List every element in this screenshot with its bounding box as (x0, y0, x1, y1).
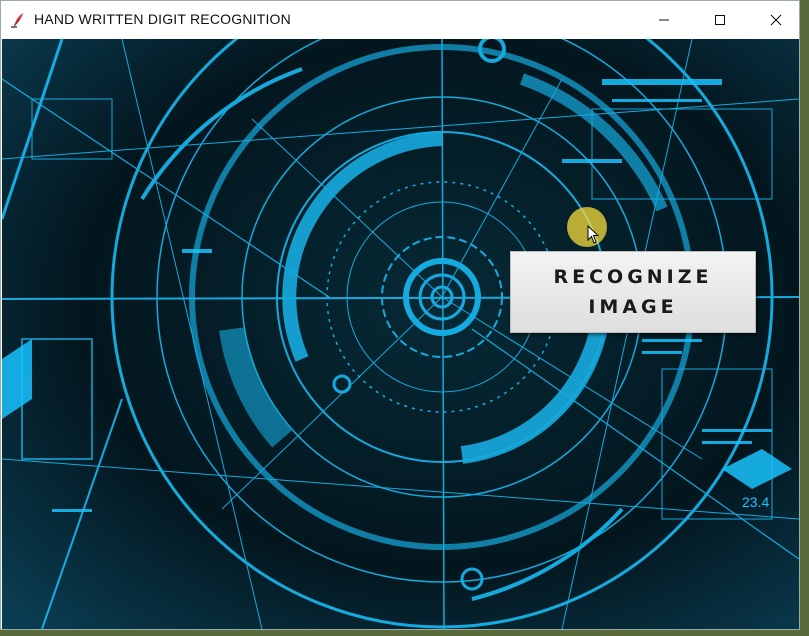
maximize-button[interactable] (697, 1, 743, 39)
maximize-icon (715, 15, 725, 25)
title-bar[interactable]: HAND WRITTEN DIGIT RECOGNITION (1, 1, 799, 39)
close-icon (770, 14, 782, 26)
recognize-image-label: RECOGNIZE IMAGE (553, 266, 713, 318)
close-button[interactable] (753, 1, 799, 39)
recognize-image-button[interactable]: RECOGNIZE IMAGE (510, 251, 756, 333)
mouse-pointer-icon (587, 225, 600, 244)
feather-app-icon (11, 13, 23, 29)
minimize-button[interactable] (641, 1, 687, 39)
hud-circular-interface-icon: 23.4 (2, 39, 799, 629)
window-title: HAND WRITTEN DIGIT RECOGNITION (34, 11, 291, 27)
minimize-icon (659, 19, 669, 21)
hud-readout: 23.4 (742, 494, 769, 510)
app-window: HAND WRITTEN DIGIT RECOGNITION 23.4 RECO… (0, 0, 800, 630)
hud-background-image: 23.4 RECOGNIZE IMAGE (2, 39, 799, 629)
